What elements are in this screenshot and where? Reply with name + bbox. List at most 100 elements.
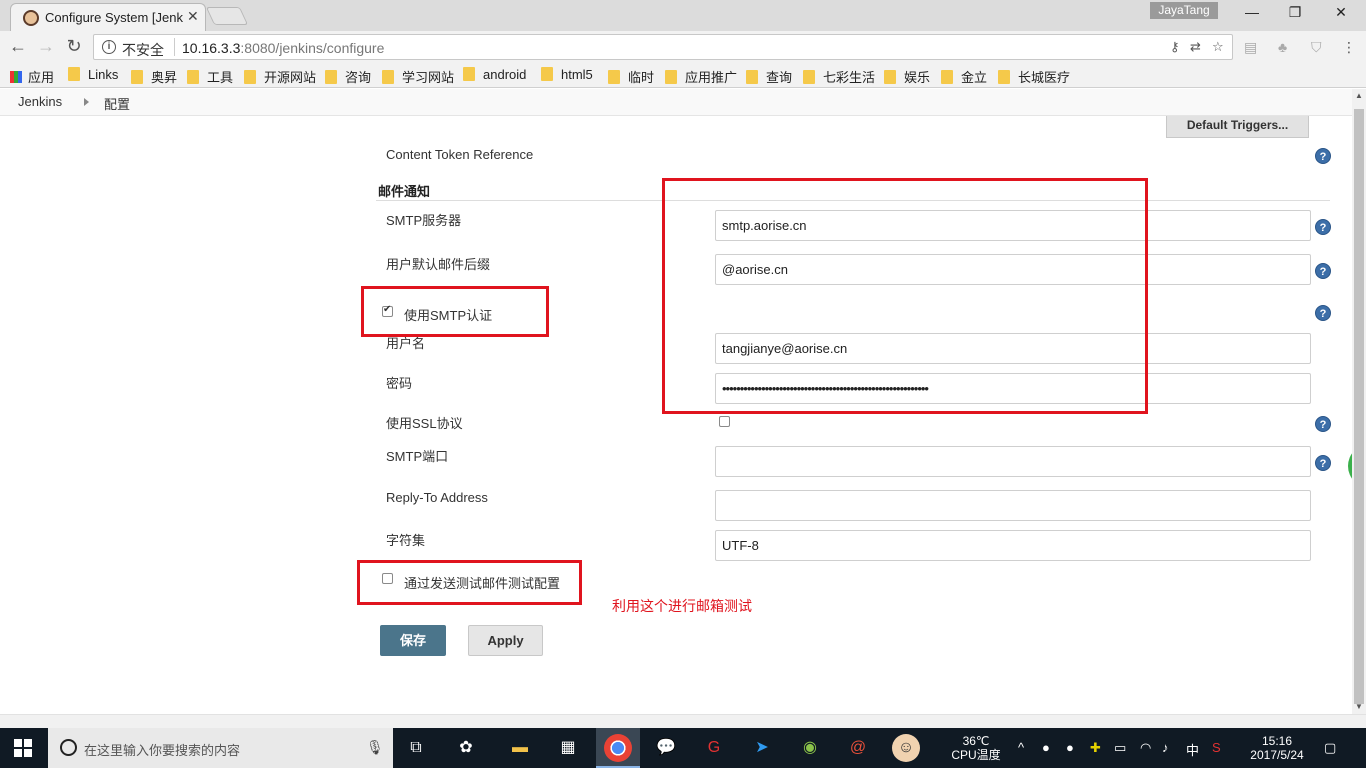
red-app-icon[interactable]: G [700, 734, 728, 762]
bookmark-android[interactable]: android [463, 67, 526, 82]
bookmark-qicai[interactable]: 七彩生活 [803, 67, 875, 86]
password-label: 密码 [386, 376, 413, 391]
folder-icon [187, 70, 199, 84]
breadcrumb-jenkins[interactable]: Jenkins [18, 94, 62, 109]
site-info-icon[interactable]: i [102, 40, 116, 54]
task-view-icon[interactable]: ⧉ [402, 734, 430, 762]
android-studio-icon[interactable]: ◉ [796, 734, 824, 762]
minimize-icon[interactable]: — [1242, 4, 1262, 24]
bookmark-promotion[interactable]: 应用推广 [665, 67, 737, 86]
save-button[interactable]: 保存 [380, 625, 446, 656]
forward-icon[interactable]: → [36, 36, 56, 57]
back-icon[interactable]: ← [8, 36, 28, 57]
folder-icon [998, 70, 1010, 84]
folder-icon [941, 70, 953, 84]
content-token-label: Content Token Reference [386, 147, 534, 162]
profile-name[interactable]: JayaTang [1150, 2, 1218, 19]
avatar-app-icon[interactable]: ☺ [892, 734, 920, 762]
scroll-up-icon[interactable]: ▲ [1352, 89, 1366, 103]
use-ssl-label: 使用SSL协议 [386, 416, 463, 431]
bookmark-temp[interactable]: 临时 [608, 67, 654, 86]
browser-toolbar: ← → ↻ i 不安全 10.16.3.3:8080/jenkins/confi… [0, 31, 1366, 63]
scrollbar-thumb[interactable] [1354, 109, 1364, 704]
bookmark-star-icon[interactable]: ☆ [1212, 39, 1224, 55]
bookmark-jinli[interactable]: 金立 [941, 67, 987, 86]
page-scrollbar[interactable]: ▲ ▼ [1352, 89, 1366, 714]
breadcrumb-configure[interactable]: 配置 [104, 94, 130, 113]
bookmark-aosheng[interactable]: 奥昇 [131, 67, 177, 86]
bookmark-apps[interactable]: 应用 [10, 67, 54, 86]
chrome-icon[interactable] [604, 734, 632, 762]
bookmark-html5[interactable]: html5 [541, 67, 593, 82]
chrome-menu-icon[interactable]: ⋮ [1342, 39, 1356, 56]
help-icon[interactable]: ? [1315, 219, 1331, 235]
translate-icon[interactable]: ⇄ [1190, 39, 1201, 55]
extension-tree-icon[interactable]: ♣ [1278, 39, 1287, 55]
bookmark-changcheng[interactable]: 长城医疗 [998, 67, 1070, 86]
extension-reader-icon[interactable]: ▤ [1244, 39, 1257, 56]
wifi-icon[interactable]: ◠ [1140, 740, 1151, 756]
wechat-icon[interactable]: 💬 [652, 734, 680, 762]
notification-icon[interactable]: ▢ [1324, 740, 1336, 756]
smtp-port-input[interactable] [715, 446, 1311, 477]
paper-plane-icon[interactable]: ➤ [748, 734, 776, 762]
use-ssl-checkbox[interactable] [719, 416, 730, 427]
apply-button[interactable]: Apply [468, 625, 543, 656]
search-placeholder: 在这里输入你要搜索的内容 [84, 743, 241, 758]
address-bar[interactable]: i 不安全 10.16.3.3:8080/jenkins/configure ⚷… [93, 34, 1233, 60]
breadcrumb-chevron-icon[interactable] [84, 98, 89, 106]
qq-icon[interactable]: ● [1042, 740, 1050, 755]
snail-app-icon[interactable]: @ [844, 734, 872, 762]
charset-input[interactable]: UTF-8 [715, 530, 1311, 561]
ime-indicator[interactable]: 中 [1186, 740, 1199, 759]
volume-icon[interactable]: ♪ [1162, 740, 1169, 755]
help-icon[interactable]: ? [1315, 416, 1331, 432]
help-icon[interactable]: ? [1315, 455, 1331, 471]
tab-close-icon[interactable]: ✕ [187, 8, 199, 25]
reload-icon[interactable]: ↻ [64, 36, 84, 57]
battery-icon[interactable]: ▭ [1114, 740, 1126, 756]
bookmark-opensource[interactable]: 开源网站 [244, 67, 316, 86]
scroll-down-icon[interactable]: ▼ [1352, 700, 1366, 714]
restore-icon[interactable]: ❐ [1285, 4, 1305, 24]
help-icon[interactable]: ? [1315, 148, 1331, 164]
extension-shield-icon[interactable]: ⛉ [1311, 39, 1322, 56]
breadcrumb: Jenkins 配置 [0, 89, 1352, 116]
bookmark-consult[interactable]: 咨询 [325, 67, 371, 86]
windows-start-icon[interactable] [14, 739, 32, 757]
help-icon[interactable]: ? [1315, 305, 1331, 321]
new-tab-button[interactable] [205, 7, 249, 25]
email-section-title: 邮件通知 [378, 184, 431, 199]
cpu-temp-label: CPU温度 [951, 748, 1001, 762]
bookmarks-bar: 应用 Links 奥昇 工具 开源网站 咨询 学习网站 android html… [0, 63, 1366, 88]
bookmark-tools[interactable]: 工具 [187, 67, 233, 86]
window-close-icon[interactable]: ✕ [1331, 4, 1351, 24]
floating-badge[interactable]: 54 [1348, 444, 1352, 488]
plus-app-icon[interactable]: ✚ [1090, 740, 1101, 756]
default-triggers-button[interactable]: Default Triggers... [1166, 116, 1309, 138]
annotation-box-smtp-fields [662, 178, 1148, 414]
qq-icon[interactable]: ● [1066, 740, 1074, 755]
microphone-icon[interactable]: 🎙 [366, 739, 384, 756]
bookmark-links[interactable]: Links [68, 67, 118, 82]
file-explorer-icon[interactable]: ▬ [506, 734, 534, 762]
tray-expand-icon[interactable]: ^ [1018, 740, 1024, 755]
key-icon[interactable]: ⚷ [1170, 39, 1180, 55]
help-icon[interactable]: ? [1315, 263, 1331, 279]
sogou-icon[interactable]: S [1212, 740, 1221, 755]
pinwheel-app-icon[interactable]: ✿ [452, 734, 480, 762]
clock-time: 15:16 [1261, 734, 1293, 748]
cpu-temp-value: 36℃ [962, 734, 990, 748]
cortana-icon[interactable] [60, 739, 77, 756]
horizontal-scrollbar[interactable] [0, 714, 1366, 728]
reply-to-input[interactable] [715, 490, 1311, 521]
clock[interactable]: 15:16 2017/5/24 [1246, 734, 1308, 762]
bookmark-learning[interactable]: 学习网站 [382, 67, 454, 86]
bookmark-query[interactable]: 查询 [746, 67, 792, 86]
url-text[interactable]: 10.16.3.3:8080/jenkins/configure [182, 40, 384, 56]
browser-tab-active[interactable]: Configure System [Jenkins] ✕ [10, 3, 206, 31]
store-icon[interactable]: ▦ [554, 734, 582, 762]
bookmark-entertainment[interactable]: 娱乐 [884, 67, 930, 86]
taskbar-search-box[interactable]: 在这里输入你要搜索的内容 🎙 [48, 728, 393, 768]
configure-form: Default Triggers... Content Token Refere… [0, 116, 1352, 714]
